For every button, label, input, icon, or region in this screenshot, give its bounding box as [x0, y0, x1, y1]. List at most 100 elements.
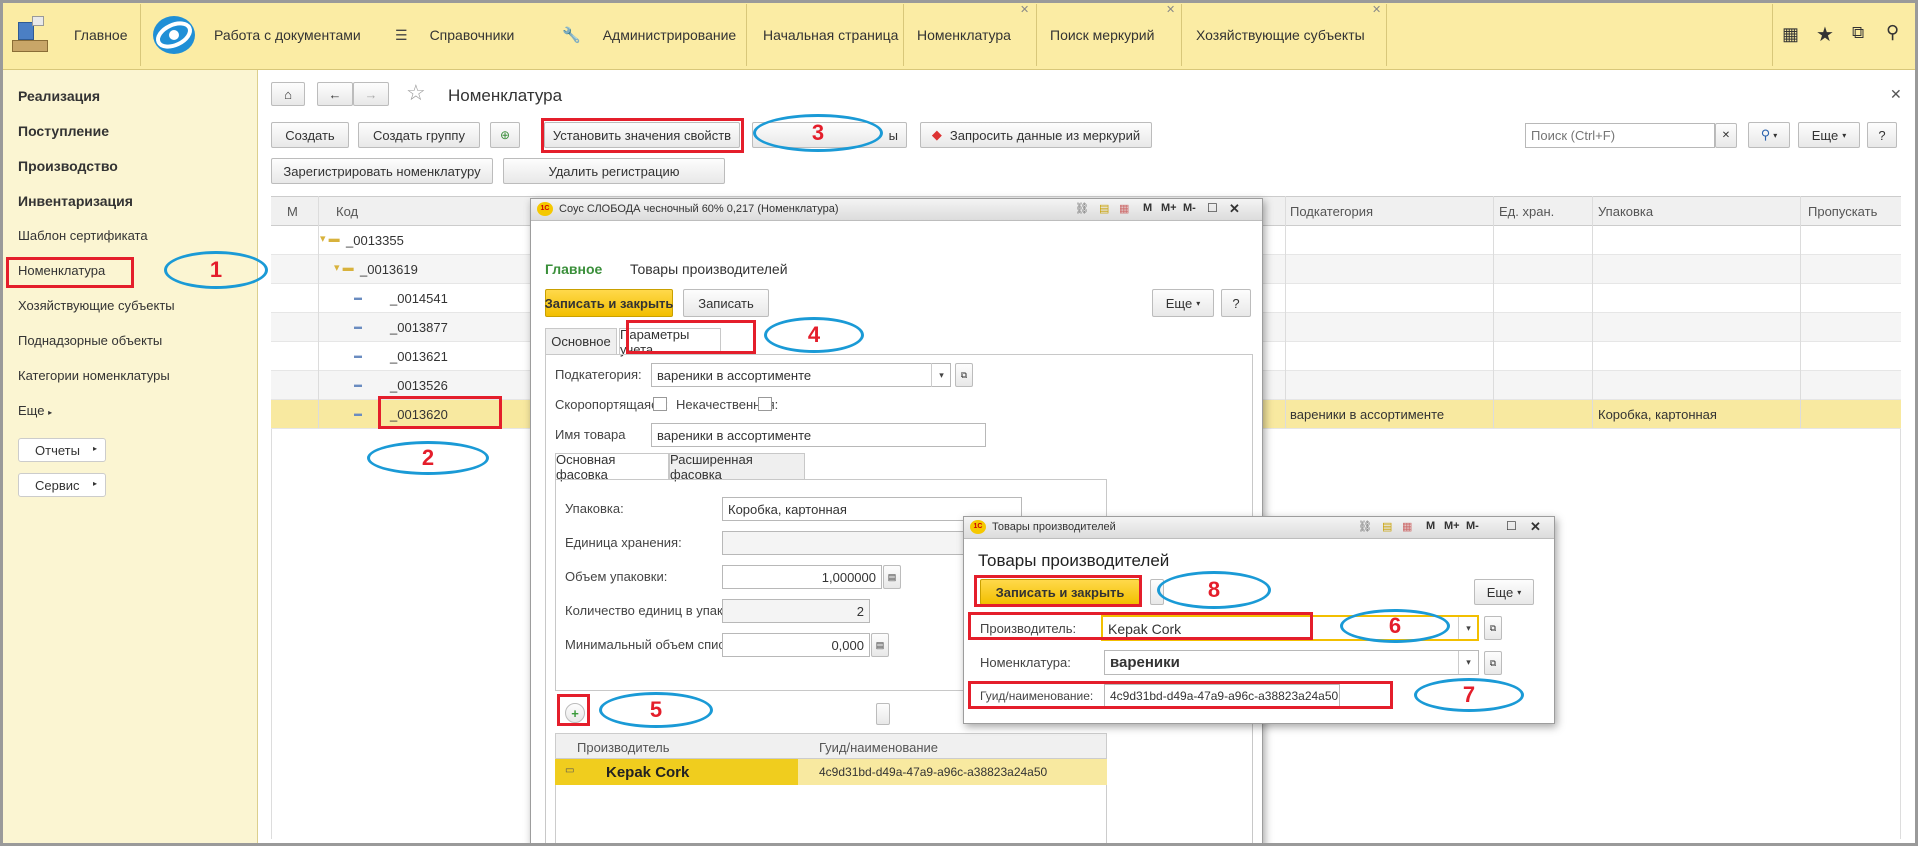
apps-grid-icon[interactable]: ▦	[1782, 24, 1799, 45]
folder-icon[interactable]: ▾ ▬	[334, 261, 354, 274]
subcategory-field[interactable]: вареники в ассортименте	[651, 363, 951, 387]
star-icon[interactable]: ★	[1816, 22, 1834, 47]
calendar-icon[interactable]: ▦	[1119, 202, 1129, 215]
save-close-button[interactable]: Записать и закрыть	[545, 289, 673, 317]
caret-down-icon[interactable]: ▾	[1458, 617, 1478, 639]
calculator-icon[interactable]: ▤	[1099, 202, 1109, 215]
tab-mercury-close-icon[interactable]: ✕	[1166, 3, 1175, 16]
more-button[interactable]: Еще ▾	[1798, 122, 1860, 148]
remove-registration-button[interactable]: Удалить регистрацию	[503, 158, 725, 184]
col-m[interactable]: М	[287, 204, 298, 219]
item-more-button[interactable]: Еще ▾	[1152, 289, 1214, 317]
search-input[interactable]	[1525, 123, 1715, 148]
nav-producer-goods-link[interactable]: Товары производителей	[630, 261, 788, 277]
create-button[interactable]: Создать	[271, 122, 349, 148]
volume-field[interactable]: 1,000000	[722, 565, 882, 589]
product-name-field[interactable]: вареники в ассортименте	[651, 423, 986, 447]
volume-calc-button[interactable]: ▤	[883, 565, 901, 589]
history-icon[interactable]: ⧉	[1852, 23, 1864, 43]
open-subcategory-button[interactable]: ⧉	[955, 363, 973, 387]
sidebar-item-supervised-objects[interactable]: Поднадзорные объекты	[18, 333, 162, 348]
clear-search-button[interactable]: ✕	[1715, 123, 1737, 148]
memory-minus-icon[interactable]: M-	[1183, 202, 1196, 214]
caret-down-icon: ▾	[1517, 587, 1522, 597]
tab-main[interactable]: Основное	[545, 328, 617, 355]
tab-basic-packing[interactable]: Основная фасовка	[555, 452, 669, 482]
low-quality-checkbox[interactable]	[758, 397, 772, 411]
link-icon[interactable]: ⛓	[1075, 202, 1089, 215]
caret-down-icon[interactable]: ▾	[1458, 651, 1478, 674]
copy-button[interactable]: ⊕	[490, 122, 520, 148]
tab-entities-close-icon[interactable]: ✕	[1372, 3, 1381, 16]
memory-minus-icon[interactable]: M-	[1466, 520, 1479, 532]
close-page-icon[interactable]: ✕	[1890, 86, 1902, 103]
maximize-icon[interactable]: ☐	[1506, 519, 1517, 533]
sidebar-item-production[interactable]: Производство	[18, 158, 118, 174]
help-button[interactable]: ?	[1867, 122, 1897, 148]
open-nomenclature-button[interactable]: ⧉	[1484, 651, 1502, 675]
create-group-button[interactable]: Создать группу	[358, 122, 480, 148]
sidebar-item-categories[interactable]: Категории номенклатуры	[18, 368, 170, 383]
maximize-icon[interactable]: ☐	[1207, 201, 1218, 215]
request-mercury-button[interactable]: ◆ Запросить данные из меркурий	[920, 122, 1152, 148]
home-section[interactable]: Главное	[8, 0, 128, 70]
service-button[interactable]: Сервис ▸	[18, 473, 106, 497]
folder-icon[interactable]: ▾ ▬	[320, 232, 340, 245]
search-options-button[interactable]: ⚲ ▾	[1748, 122, 1790, 148]
tab-nomenclature-close-icon[interactable]: ✕	[1020, 3, 1029, 16]
code-cell: _0013621	[390, 349, 448, 364]
item-icon: ▬	[354, 409, 362, 418]
units-per-pack-field[interactable]: 2	[722, 599, 870, 623]
tab-extended-packing[interactable]: Расширенная фасовка	[669, 452, 805, 482]
col-unit[interactable]: Ед. хран.	[1499, 204, 1554, 219]
col-code[interactable]: Код	[336, 204, 358, 219]
tab-nomenclature[interactable]: Номенклатура	[917, 0, 1037, 70]
sidebar-more[interactable]: Еще ▸	[18, 403, 52, 418]
section-admin[interactable]: 🔧 Администрирование	[562, 0, 742, 70]
back-button[interactable]: ←	[317, 82, 353, 106]
link-icon[interactable]: ⛓	[1358, 520, 1372, 533]
caret-down-icon[interactable]: ▾	[931, 363, 951, 387]
memory-m-icon[interactable]: M	[1143, 202, 1152, 214]
open-producer-button[interactable]: ⧉	[1484, 616, 1502, 640]
home-button[interactable]: ⌂	[271, 82, 305, 106]
close-window-icon[interactable]: ✕	[1229, 201, 1240, 217]
nomenclature-field[interactable]: вареники	[1104, 650, 1479, 675]
tab-mercury-search[interactable]: Поиск меркурий	[1050, 0, 1170, 70]
col-packaging[interactable]: Упаковка	[1598, 204, 1653, 219]
col-guid[interactable]: Гуид/наименование	[819, 740, 938, 755]
calendar-icon[interactable]: ▦	[1402, 520, 1412, 533]
sidebar-item-entities[interactable]: Хозяйствующие субъекты	[18, 298, 175, 313]
col-skip[interactable]: Пропускать	[1808, 204, 1877, 219]
memory-m-icon[interactable]: M	[1426, 520, 1435, 532]
nav-main-link[interactable]: Главное	[545, 261, 602, 277]
min-calc-button[interactable]: ▤	[871, 633, 889, 657]
sidebar-item-sales[interactable]: Реализация	[18, 88, 100, 104]
perishable-checkbox[interactable]	[653, 397, 667, 411]
producer-more-button[interactable]: Еще ▾	[1474, 579, 1534, 605]
save-button[interactable]: Записать	[683, 289, 769, 317]
item-help-button[interactable]: ?	[1221, 289, 1251, 317]
tab-home-page[interactable]: Начальная страница	[763, 0, 903, 70]
item-window-title: Соус СЛОБОДА чесночный 60% 0,217 (Номенк…	[559, 203, 839, 215]
sidebar-item-receipts[interactable]: Поступление	[18, 123, 109, 139]
partial-button[interactable]	[876, 703, 890, 725]
forward-button[interactable]: →	[353, 82, 389, 106]
col-producer[interactable]: Производитель	[577, 740, 670, 755]
tab-entities[interactable]: Хозяйствующие субъекты	[1196, 0, 1366, 70]
close-window-icon[interactable]: ✕	[1530, 519, 1541, 535]
section-documents[interactable]: Работа с документами	[150, 0, 380, 70]
search-icon[interactable]: ⚲	[1886, 22, 1899, 43]
section-references[interactable]: ☰ Справочники	[395, 0, 530, 70]
col-subcategory[interactable]: Подкатегория	[1290, 204, 1373, 219]
memory-plus-icon[interactable]: M+	[1444, 520, 1460, 532]
register-nomenclature-button[interactable]: Зарегистрировать номенклатуру	[271, 158, 493, 184]
perishable-label: Скоропортящаяся:	[555, 397, 669, 412]
reports-button[interactable]: Отчеты ▸	[18, 438, 106, 462]
memory-plus-icon[interactable]: M+	[1161, 202, 1177, 214]
min-writeoff-field[interactable]: 0,000	[722, 633, 870, 657]
sidebar-item-inventory[interactable]: Инвентаризация	[18, 193, 133, 209]
favorite-star-icon[interactable]: ☆	[406, 80, 426, 106]
calculator-icon[interactable]: ▤	[1382, 520, 1392, 533]
sidebar-item-certificate-template[interactable]: Шаблон сертификата	[18, 228, 148, 243]
